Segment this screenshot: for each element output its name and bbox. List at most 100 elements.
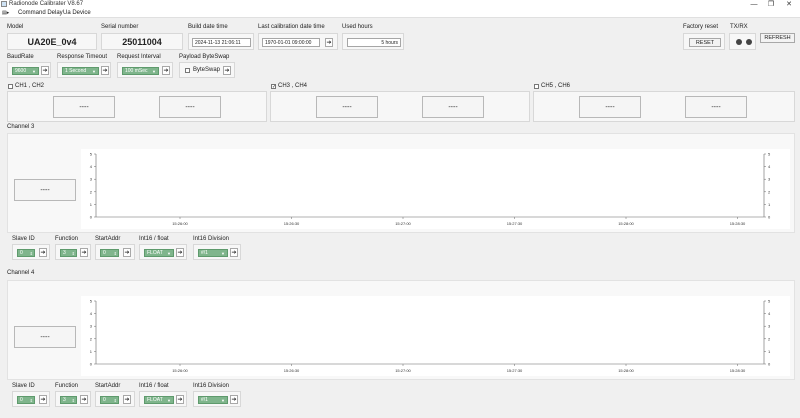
ch1-ch2-checkbox[interactable] [8,84,13,89]
startaddr-value: 0 [103,397,106,403]
startaddr-spin[interactable]: 0 ⇕ [100,396,119,404]
byteswap-apply-button[interactable]: ➔ [223,66,231,75]
model-value: UA20E_0v4 [27,37,77,47]
x-tick-label: 15:27:00 [395,221,411,226]
x-tick-label: 15:28:00 [618,368,634,373]
byteswap-checkbox-label: ByteSwap [193,67,221,73]
chevron-down-icon: ▼ [32,69,36,74]
baudrate-label: BaudRate [7,54,34,60]
int16-label: Int16 / float [139,383,169,389]
interval-apply-button[interactable]: ➔ [162,66,170,75]
calibration-apply-button[interactable]: ➔ [325,38,333,47]
baudrate-value: 9600 [15,68,27,74]
byteswap-label: Payload ByteSwap [179,54,230,60]
reset-button[interactable]: RESET [689,38,721,47]
baudrate-select[interactable]: 9600 ▼ [12,67,39,75]
slave-id-apply-button[interactable]: ➔ [39,248,47,257]
refresh-button[interactable]: REFRESH [760,33,795,43]
timeout-select[interactable]: 1 Second ▼ [62,67,99,75]
division-box: #/1 ▼ ➔ [193,391,241,407]
function-value: 3 [63,250,66,256]
slave-id-box: 0 ⇕ ➔ [12,244,50,260]
function-apply-button[interactable]: ➔ [80,248,88,257]
x-tick-label: 15:26:30 [284,221,300,226]
calibration-date-field[interactable]: 1970-01-01 09:00:00 [262,38,320,47]
int16-select[interactable]: FLOAT ▼ [144,249,174,257]
tx-indicator [736,39,742,45]
interval-select[interactable]: 100 mSec ▼ [122,67,159,75]
ch1-ch2-panel: ---- ---- [7,91,267,122]
factory-reset-label: Factory reset [683,24,719,30]
chevron-down-icon: ▼ [92,69,96,74]
calibration-box: 1970-01-01 09:00:00 ➔ [258,33,338,50]
ch3-ch4-label: CH3 , CH4 [278,83,308,89]
baudrate-box: 9600 ▼ ➔ [7,62,51,78]
function-apply-button[interactable]: ➔ [80,395,88,404]
spin-arrows-icon: ⇕ [113,251,117,256]
x-tick-label: 15:28:00 [618,221,634,226]
function-label: Function [55,236,79,242]
byteswap-box: ByteSwap ➔ [179,62,235,78]
int16-box: FLOAT ▼ ➔ [139,391,187,407]
close-button[interactable]: ✕ [780,0,798,9]
minimize-button[interactable]: — [745,0,763,9]
ch3-ch4-checkbox[interactable]: ✓ [271,84,276,90]
slave-id-spin[interactable]: 0 ⇕ [17,396,35,404]
timeout-box: 1 Second ▼ ➔ [57,62,111,78]
channel-4-config: Slave ID 0 ⇕ ➔ Function 3 ⇕ ➔ StartAddr 0 ⇕… [12,383,312,411]
slave-id-label: Slave ID [12,383,35,389]
used-hours-box: 5 hours [342,33,404,50]
channel-3-title: Channel 3 [7,124,35,130]
division-box: #/1 ▼ ➔ [193,244,241,260]
serial-value: 25011004 [122,37,162,47]
menu-ua-device[interactable]: Ua Device [63,10,91,16]
channel-4-panel: ---- 0 0 1 1 2 2 3 3 4 4 5 5 15:26:00 15:26:30 15:27:0… [7,280,795,380]
timeout-apply-button[interactable]: ➔ [101,66,109,75]
slave-id-value: 0 [20,250,23,256]
used-hours-field: 5 hours [347,38,401,47]
x-tick-label: 15:27:00 [395,368,411,373]
channel-4-chart: 0 01 12 23 34 45 515:26:00 15:26:30 15:27:00 15:2… [81,296,790,376]
channel-4-title: Channel 4 [7,270,35,276]
txrx-label: TX/RX [730,24,748,30]
build-date-field: 2024-11-13 21:06:11 [192,38,251,47]
ch3-ch4-panel: ---- ---- [270,91,530,122]
slave-id-spin[interactable]: 0 ⇕ [17,249,35,257]
ch5-ch6-checkbox[interactable] [534,84,539,89]
model-label: Model [7,24,24,30]
slave-id-label: Slave ID [12,236,35,242]
byteswap-checkbox[interactable] [185,68,190,73]
slave-id-box: 0 ⇕ ➔ [12,391,50,407]
function-spin[interactable]: 3 ⇕ [60,249,77,257]
division-value: #/1 [201,397,208,403]
factory-reset-box: RESET [683,33,725,50]
startaddr-apply-button[interactable]: ➔ [123,248,131,257]
int16-apply-button[interactable]: ➔ [176,395,184,404]
baudrate-apply-button[interactable]: ➔ [41,66,49,75]
int16-select[interactable]: FLOAT ▼ [144,396,174,404]
slave-id-apply-button[interactable]: ➔ [39,395,47,404]
maximize-button[interactable]: ❐ [762,0,780,9]
spin-arrows-icon: ⇕ [29,251,33,256]
division-apply-button[interactable]: ➔ [230,395,238,404]
startaddr-apply-button[interactable]: ➔ [123,395,131,404]
menu-command-delay[interactable]: Command Delay [18,10,63,16]
chevron-down-icon: ▼ [167,398,171,403]
function-box: 3 ⇕ ➔ [55,391,91,407]
channel-group-ch3-ch4: ✓ CH3 , CH4 ---- ---- [270,83,530,122]
title-bar: Radionode Calibrater V8.67 — ❐ ✕ [0,0,800,9]
system-menu-icon[interactable]: ▤▸ [2,10,9,16]
model-box: UA20E_0v4 [7,33,97,50]
startaddr-spin[interactable]: 0 ⇕ [100,249,119,257]
ch4-value: ---- [422,96,484,118]
division-apply-button[interactable]: ➔ [230,248,238,257]
x-tick-label: 15:26:30 [284,368,300,373]
spin-arrows-icon: ⇕ [113,398,117,403]
division-select[interactable]: #/1 ▼ [198,249,228,257]
ch5-ch6-label: CH5 , CH6 [541,83,571,89]
function-box: 3 ⇕ ➔ [55,244,91,260]
int16-apply-button[interactable]: ➔ [176,248,184,257]
division-select[interactable]: #/1 ▼ [198,396,228,404]
interval-label: Request Interval [117,54,161,60]
function-spin[interactable]: 3 ⇕ [60,396,77,404]
